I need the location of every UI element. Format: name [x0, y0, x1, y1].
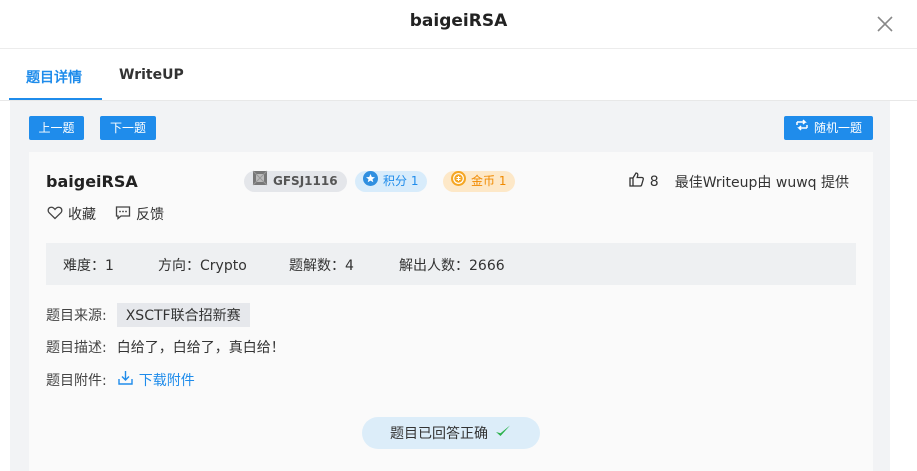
like-count: 8 [649, 173, 659, 190]
solved-status-badge: 题目已回答正确 [362, 417, 540, 449]
best-writeup-text: 最佳Writeup由 wuwq 提供 [674, 174, 849, 191]
favorite-label: 收藏 [68, 207, 96, 223]
download-attachment-link[interactable]: 下载附件 [117, 369, 195, 390]
download-icon [117, 369, 134, 390]
solve-count-stat: 题解数：4 [289, 258, 354, 274]
feedback-label: 反馈 [136, 207, 164, 223]
star-icon [363, 170, 378, 193]
favorite-button[interactable]: 收藏 [47, 204, 96, 224]
solver-count-stat: 解出人数：2666 [399, 258, 505, 274]
download-label: 下载附件 [138, 372, 195, 389]
difficulty-stat: 难度：1 [63, 258, 114, 274]
attachment-row: 题目附件: 下载附件 [46, 369, 195, 390]
random-challenge-button[interactable]: 随机一题 [784, 116, 873, 140]
solved-label: 题目已回答正确 [390, 426, 488, 442]
tab-bar: 题目详情 WriteUP [0, 50, 917, 101]
shuffle-icon [795, 116, 809, 140]
tab-writeup[interactable]: WriteUP [119, 67, 184, 83]
challenge-id-badge: GFSJ1116 [244, 170, 347, 193]
prev-challenge-button[interactable]: 上一题 [29, 116, 84, 140]
challenge-id-text: GFSJ1116 [273, 174, 338, 188]
challenge-card: baigeiRSA GFSJ1116 积分 1 金币 1 8 最佳Writeup… [29, 152, 873, 471]
score-text: 积分 1 [383, 174, 419, 188]
description-text: 白给了，白给了，真白给！ [116, 340, 285, 356]
coin-text: 金币 1 [471, 174, 507, 188]
coin-icon [451, 170, 466, 193]
dialog-header: baigeiRSA [0, 0, 917, 49]
source-row: 题目来源: XSCTF联合招新赛 [46, 303, 250, 327]
thumbs-up-icon[interactable] [628, 171, 645, 192]
score-badge: 积分 1 [355, 170, 428, 193]
heart-icon [47, 205, 63, 224]
chat-icon [115, 205, 131, 224]
direction-stat: 方向：Crypto [158, 258, 247, 274]
dialog-title: baigeiRSA [409, 11, 508, 31]
tab-detail[interactable]: 题目详情 [26, 67, 82, 87]
active-tab-indicator [9, 98, 102, 100]
stats-bar: 难度：1 方向：Crypto 题解数：4 解出人数：2666 [46, 243, 856, 285]
next-challenge-button[interactable]: 下一题 [100, 116, 156, 140]
detail-panel: 上一题 下一题 随机一题 baigeiRSA GFSJ1116 积分 1 金币 … [10, 101, 890, 471]
random-challenge-label: 随机一题 [813, 121, 862, 135]
attachment-label: 题目附件: [46, 372, 107, 389]
chip-icon [252, 170, 268, 193]
close-icon[interactable] [875, 14, 895, 34]
description-label: 题目描述: [46, 340, 107, 356]
challenge-name: baigeiRSA [46, 172, 138, 191]
description-row: 题目描述: 白给了，白给了，真白给！ [46, 337, 285, 357]
source-label: 题目来源: [46, 308, 107, 324]
checkmark-icon [494, 423, 512, 443]
like-area: 8 最佳Writeup由 wuwq 提供 [628, 171, 849, 192]
coin-badge: 金币 1 [443, 170, 516, 193]
source-tag: XSCTF联合招新赛 [116, 303, 250, 327]
feedback-button[interactable]: 反馈 [115, 204, 164, 224]
